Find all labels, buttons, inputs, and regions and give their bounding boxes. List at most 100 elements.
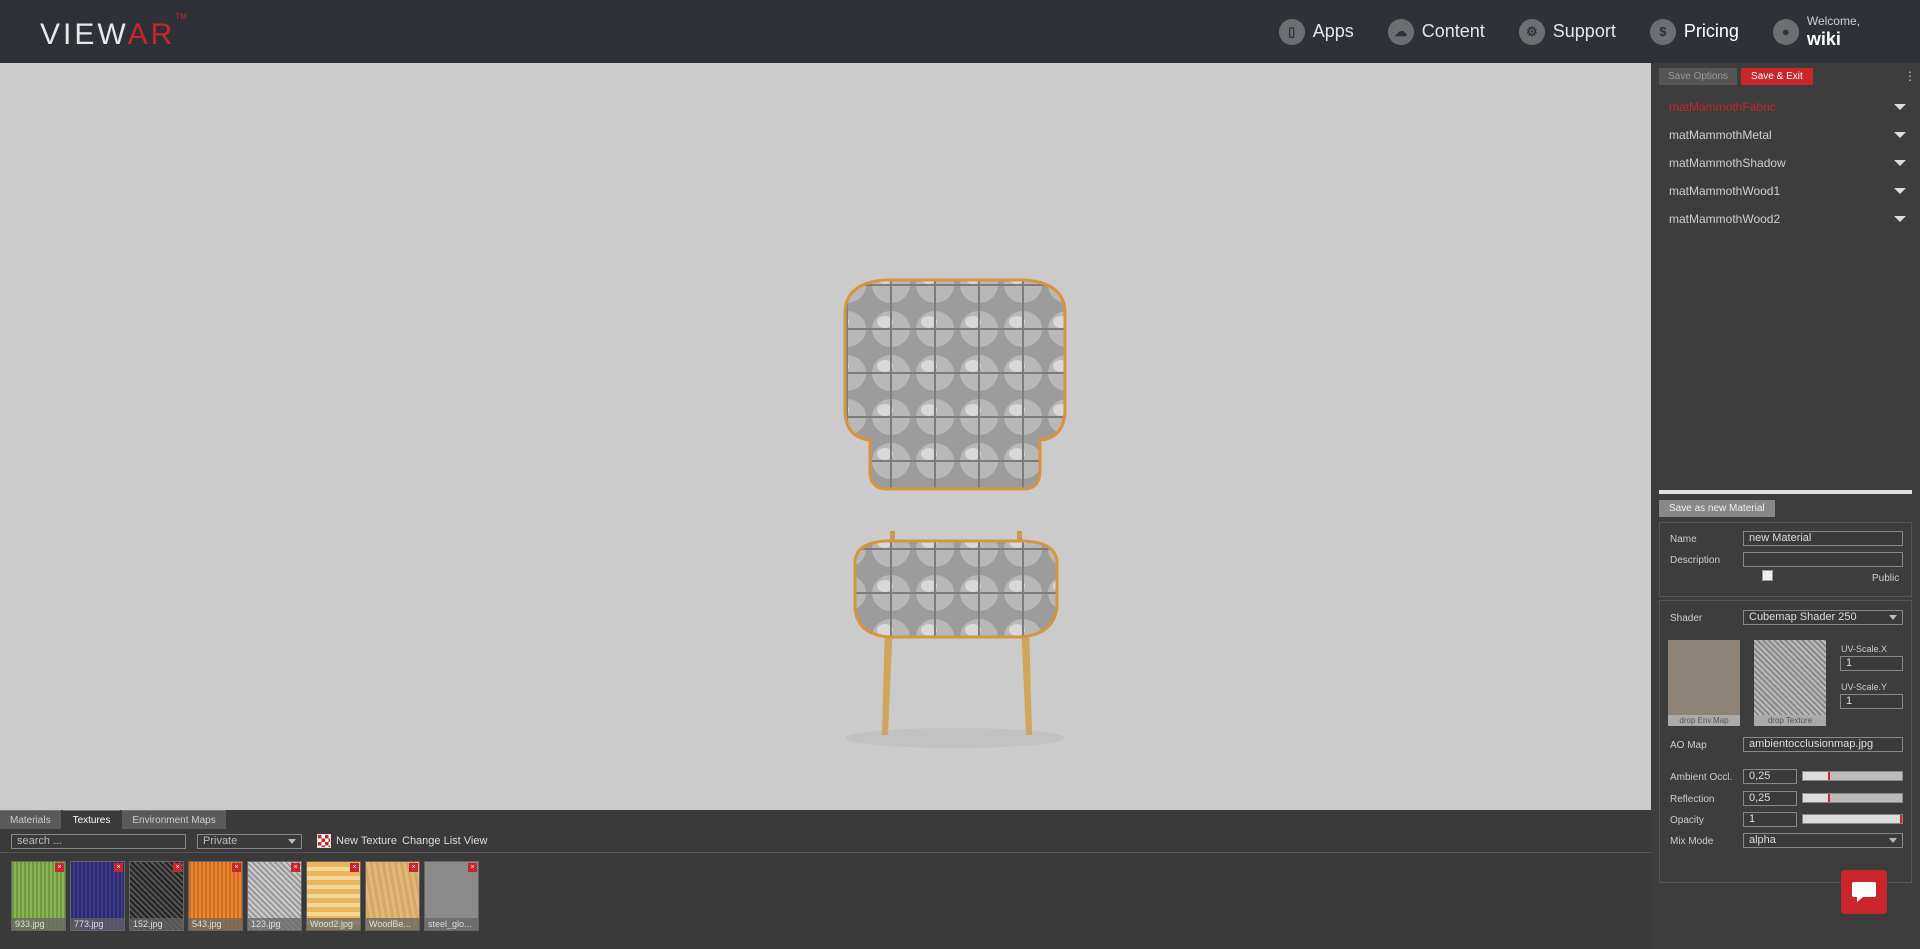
material-item[interactable]: matMammothWood1 <box>1651 177 1920 205</box>
env-map-label: drop Env.Map <box>1668 715 1740 726</box>
chevron-down-icon <box>288 839 296 844</box>
reflection-field[interactable]: 0,25 <box>1743 791 1797 806</box>
ao-label: AO Map <box>1670 740 1707 751</box>
texture-thumb[interactable]: × steel_glo... <box>424 861 479 931</box>
nav-apps[interactable]: ▯ Apps <box>1278 18 1354 45</box>
uv-y-field[interactable]: 1 <box>1840 694 1903 709</box>
close-icon[interactable]: × <box>409 863 418 872</box>
save-as-new-material-button[interactable]: Save as new Material <box>1659 500 1775 517</box>
opacity-field[interactable]: 1 <box>1743 812 1797 827</box>
name-field[interactable]: new Material <box>1743 531 1903 546</box>
texture-thumb[interactable]: × 152.jpg <box>129 861 184 931</box>
texture-thumb[interactable]: × WoodBe... <box>365 861 420 931</box>
texture-drop[interactable]: drop Texture <box>1754 640 1826 726</box>
asset-toolbar: search ... Private New Texture Change Li… <box>0 829 1651 853</box>
tablet-icon: ▯ <box>1278 18 1305 45</box>
nav-content[interactable]: ☁ Content <box>1387 18 1485 45</box>
description-field[interactable] <box>1743 552 1903 567</box>
tab-materials[interactable]: Materials <box>0 810 61 829</box>
chair-model <box>843 278 1067 748</box>
shader-label: Shader <box>1670 613 1703 624</box>
uv-x-field[interactable]: 1 <box>1840 656 1903 671</box>
texture-name: 543.jpg <box>189 918 242 930</box>
dollar-icon: $ <box>1649 18 1676 45</box>
logo-tm: TM <box>175 12 187 21</box>
material-editor: Save as new Material Name new Material D… <box>1659 490 1912 883</box>
reflection-label: Reflection <box>1670 794 1715 805</box>
texture-grid: × 933.jpg × 773.jpg × 152.jpg × 543.jpg × 123… <box>11 861 479 931</box>
description-label: Description <box>1670 555 1721 566</box>
top-bar: VIEWARTM ▯ Apps ☁ Content ⚙ Support $ Pr… <box>0 0 1920 63</box>
panel-toolbar: Save Options Save & Exit <box>1659 68 1813 85</box>
close-icon[interactable]: × <box>468 863 477 872</box>
ambient-slider[interactable] <box>1802 771 1903 781</box>
close-icon[interactable]: × <box>114 863 123 872</box>
material-item[interactable]: matMammothShadow <box>1651 149 1920 177</box>
texture-thumb[interactable]: × 773.jpg <box>70 861 125 931</box>
texture-thumb[interactable]: × 123.jpg <box>247 861 302 931</box>
ambient-label: Ambient Occl. <box>1670 772 1733 783</box>
material-item[interactable]: matMammothMetal <box>1651 121 1920 149</box>
close-icon[interactable]: × <box>55 863 64 872</box>
ambient-field[interactable]: 0,25 <box>1743 769 1797 784</box>
viewar-logo[interactable]: VIEWARTM <box>40 12 187 52</box>
search-input[interactable]: search ... <box>11 834 186 849</box>
close-icon[interactable]: × <box>291 863 300 872</box>
nav-support-label: Support <box>1552 21 1616 41</box>
more-options-icon[interactable]: ⋮ <box>1904 69 1916 83</box>
save-options-button[interactable]: Save Options <box>1659 68 1738 85</box>
user-menu[interactable]: ● Welcome, wiki <box>1772 15 1860 49</box>
texture-name: WoodBe... <box>366 918 419 930</box>
material-item[interactable]: matMammothFabric <box>1651 93 1920 121</box>
public-checkbox[interactable] <box>1762 570 1773 581</box>
material-item[interactable]: matMammothWood2 <box>1651 205 1920 233</box>
close-icon[interactable]: × <box>350 863 359 872</box>
user-icon: ● <box>1772 18 1799 45</box>
texture-thumb[interactable]: × 933.jpg <box>11 861 66 931</box>
chevron-down-icon[interactable] <box>1894 104 1906 110</box>
chevron-down-icon <box>1889 615 1897 620</box>
mix-mode-value: alpha <box>1749 834 1776 846</box>
texture-label: drop Texture <box>1754 715 1826 726</box>
texture-name: 933.jpg <box>12 918 65 930</box>
logo-ar-text: AR <box>127 18 176 51</box>
chevron-down-icon[interactable] <box>1894 132 1906 138</box>
texture-thumb[interactable]: × 543.jpg <box>188 861 243 931</box>
env-map-drop[interactable]: drop Env.Map <box>1668 640 1740 726</box>
close-icon[interactable]: × <box>173 863 182 872</box>
3d-viewport[interactable] <box>0 63 1651 829</box>
shader-select[interactable]: Cubemap Shader 250 <box>1743 610 1903 625</box>
chevron-down-icon[interactable] <box>1894 188 1906 194</box>
tab-environment-maps[interactable]: Environment Maps <box>122 810 226 829</box>
visibility-value: Private <box>203 835 238 847</box>
nav-support[interactable]: ⚙ Support <box>1518 18 1616 45</box>
chat-button[interactable] <box>1841 870 1887 914</box>
new-texture-button[interactable]: New Texture <box>317 834 397 848</box>
chevron-down-icon <box>1889 838 1897 843</box>
mix-mode-label: Mix Mode <box>1670 836 1714 847</box>
ao-map-field[interactable]: ambientocclusionmap.jpg <box>1743 737 1903 752</box>
material-list: matMammothFabric matMammothMetal matMamm… <box>1651 93 1920 233</box>
chevron-down-icon[interactable] <box>1894 160 1906 166</box>
chat-bubble-icon <box>1852 882 1876 902</box>
nav-content-label: Content <box>1421 21 1485 41</box>
nav-pricing-label: Pricing <box>1683 21 1739 41</box>
change-list-view-button[interactable]: Change List View <box>402 835 487 847</box>
visibility-select[interactable]: Private <box>197 834 302 849</box>
user-name: wiki <box>1806 29 1841 49</box>
nav-pricing[interactable]: $ Pricing <box>1649 18 1739 45</box>
asset-tabs: Materials Textures Environment Maps <box>0 810 228 829</box>
chevron-down-icon[interactable] <box>1894 216 1906 222</box>
uv-x-label: UV-Scale.X <box>1841 644 1888 654</box>
texture-name: Wood2.jpg <box>307 918 360 930</box>
tab-textures[interactable]: Textures <box>62 810 121 829</box>
close-icon[interactable]: × <box>232 863 241 872</box>
shader-group: Shader Cubemap Shader 250 drop Env.Map d… <box>1659 600 1912 883</box>
texture-thumb[interactable]: × Wood2.jpg <box>306 861 361 931</box>
cloud-icon: ☁ <box>1387 18 1414 45</box>
reflection-slider[interactable] <box>1802 793 1903 803</box>
opacity-slider[interactable] <box>1802 814 1903 824</box>
save-exit-button[interactable]: Save & Exit <box>1741 68 1813 85</box>
mix-mode-select[interactable]: alpha <box>1743 833 1903 848</box>
name-group: Name new Material Description Public <box>1659 522 1912 597</box>
